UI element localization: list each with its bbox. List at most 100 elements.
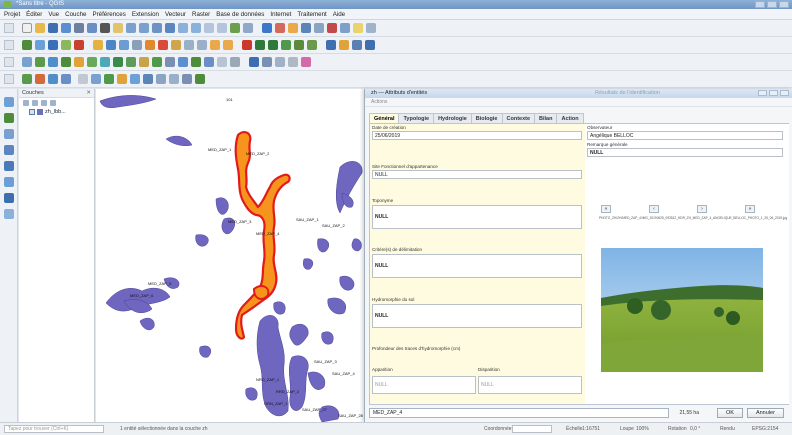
menu-internet[interactable]: Internet <box>270 11 291 18</box>
deselect-icon[interactable] <box>288 23 298 33</box>
zoom-selection-icon[interactable] <box>178 23 188 33</box>
zoom-full-icon[interactable] <box>165 23 175 33</box>
field-calculator-icon[interactable] <box>314 23 324 33</box>
move-feature-icon[interactable] <box>145 40 155 50</box>
menu-traitement[interactable]: Traitement <box>297 11 326 18</box>
split-parts-icon[interactable] <box>113 57 123 67</box>
add-wcs-layer-icon[interactable] <box>4 209 14 219</box>
merge-attributes-icon[interactable] <box>139 57 149 67</box>
add-raster-icon[interactable] <box>35 40 45 50</box>
disparition-field[interactable]: NULL <box>478 376 582 394</box>
minimize-icon[interactable] <box>758 90 767 96</box>
show-labels-icon[interactable] <box>268 40 278 50</box>
paste-features-icon[interactable] <box>197 40 207 50</box>
tracing-icon[interactable] <box>48 74 58 84</box>
select-by-value-icon[interactable] <box>288 57 298 67</box>
last-photo-button[interactable]: » <box>745 205 755 213</box>
map-canvas[interactable]: 101 MED_ZAP_1 MED_ZAP_2 MED_ZAP_3 MED_ZA… <box>96 89 364 422</box>
measure-icon[interactable] <box>340 23 350 33</box>
measure-line-icon[interactable] <box>249 57 259 67</box>
dialog-actions-bar[interactable]: Actions <box>365 98 792 107</box>
open-styling-icon[interactable] <box>23 99 29 106</box>
cancel-button[interactable]: Annuler <box>746 408 784 418</box>
menu-vecteur[interactable]: Vecteur <box>165 11 186 18</box>
delete-ring-icon[interactable] <box>61 57 71 67</box>
minimize-icon[interactable] <box>755 1 765 8</box>
overlap-icon[interactable] <box>61 74 71 84</box>
grid-icon[interactable] <box>143 74 153 84</box>
next-photo-button[interactable]: › <box>697 205 707 213</box>
copyright-icon[interactable] <box>182 74 192 84</box>
coordinate-field[interactable] <box>512 425 552 433</box>
rotate-feature-icon[interactable] <box>178 57 188 67</box>
menu-vue[interactable]: Vue <box>48 11 59 18</box>
snapping-icon[interactable] <box>22 74 32 84</box>
temporal-icon[interactable] <box>104 74 114 84</box>
annotation-icon[interactable] <box>353 23 363 33</box>
split-features-icon[interactable] <box>100 57 110 67</box>
scale-feature-icon[interactable] <box>191 57 201 67</box>
previous-photo-button[interactable]: ‹ <box>649 205 659 213</box>
plugin-icon[interactable] <box>365 40 375 50</box>
merge-features-icon[interactable] <box>126 57 136 67</box>
filter-legend-icon[interactable] <box>41 99 47 106</box>
cut-features-icon[interactable] <box>171 40 181 50</box>
render-checkbox[interactable]: Rendu <box>720 423 735 435</box>
rotation-field[interactable]: 0,0 ° <box>690 423 700 435</box>
rotate-symbols-icon[interactable] <box>152 57 162 67</box>
map-tips-icon[interactable] <box>366 23 376 33</box>
add-group-icon[interactable] <box>32 99 38 106</box>
save-as-icon[interactable] <box>61 23 71 33</box>
expand-all-icon[interactable] <box>50 99 56 106</box>
add-postgis-layer-icon[interactable] <box>4 161 14 171</box>
tab-general[interactable]: Général <box>369 113 400 123</box>
remarque-field[interactable]: NULL <box>587 148 783 157</box>
digitize-icon[interactable] <box>119 40 129 50</box>
new-project-icon[interactable] <box>22 23 32 33</box>
toggle-editing-icon[interactable] <box>93 40 103 50</box>
add-wms-layer-icon[interactable] <box>4 177 14 187</box>
tab-typologie[interactable]: Typologie <box>398 113 435 123</box>
add-vector-icon[interactable] <box>22 40 32 50</box>
north-arrow-icon[interactable] <box>156 74 166 84</box>
close-icon[interactable] <box>780 90 789 96</box>
zoom-in-icon[interactable] <box>126 23 136 33</box>
reshape-icon[interactable] <box>74 57 84 67</box>
redo-icon[interactable] <box>223 40 233 50</box>
tab-hydrologie[interactable]: Hydrologie <box>433 113 472 123</box>
menu-base-de-donnees[interactable]: Base de données <box>216 11 264 18</box>
tab-biologie[interactable]: Biologie <box>470 113 503 123</box>
add-part-icon[interactable] <box>35 57 45 67</box>
close-icon[interactable] <box>779 1 789 8</box>
apparition-field[interactable]: NULL <box>372 376 476 394</box>
menu-editer[interactable]: Éditer <box>26 11 42 18</box>
label-props-icon[interactable] <box>307 40 317 50</box>
deselect-all-icon[interactable] <box>301 57 311 67</box>
zoom-next-icon[interactable] <box>217 23 227 33</box>
layout-manager-icon[interactable] <box>87 23 97 33</box>
ok-button[interactable]: OK <box>717 408 743 418</box>
zoom-layer-icon[interactable] <box>191 23 201 33</box>
refresh-icon[interactable] <box>243 23 253 33</box>
delete-selected-icon[interactable] <box>158 40 168 50</box>
label-tool-icon[interactable] <box>242 40 252 50</box>
pan-to-selection-icon[interactable] <box>113 23 123 33</box>
move-label-icon[interactable] <box>281 40 291 50</box>
criteres-field[interactable]: NULL <box>372 254 582 278</box>
select-features-icon[interactable] <box>275 23 285 33</box>
date-field[interactable]: 25/06/2019 <box>372 131 582 140</box>
add-wfs-layer-icon[interactable] <box>4 193 14 203</box>
toolbar-handle[interactable] <box>4 74 14 84</box>
hydromorphie-field[interactable]: NULL <box>372 304 582 328</box>
menu-extension[interactable]: Extension <box>132 11 159 18</box>
copy-features-icon[interactable] <box>184 40 194 50</box>
save-edits-icon[interactable] <box>106 40 116 50</box>
menu-preferences[interactable]: Préférences <box>92 11 125 18</box>
tab-bilan[interactable]: Bilan <box>534 113 558 123</box>
zoom-last-icon[interactable] <box>204 23 214 33</box>
loupe-field[interactable]: 100% <box>636 423 649 435</box>
zoom-rubberband-icon[interactable] <box>152 23 162 33</box>
site-field[interactable]: NULL <box>372 170 582 179</box>
pan-icon[interactable] <box>100 23 110 33</box>
fill-ring-icon[interactable] <box>48 57 58 67</box>
